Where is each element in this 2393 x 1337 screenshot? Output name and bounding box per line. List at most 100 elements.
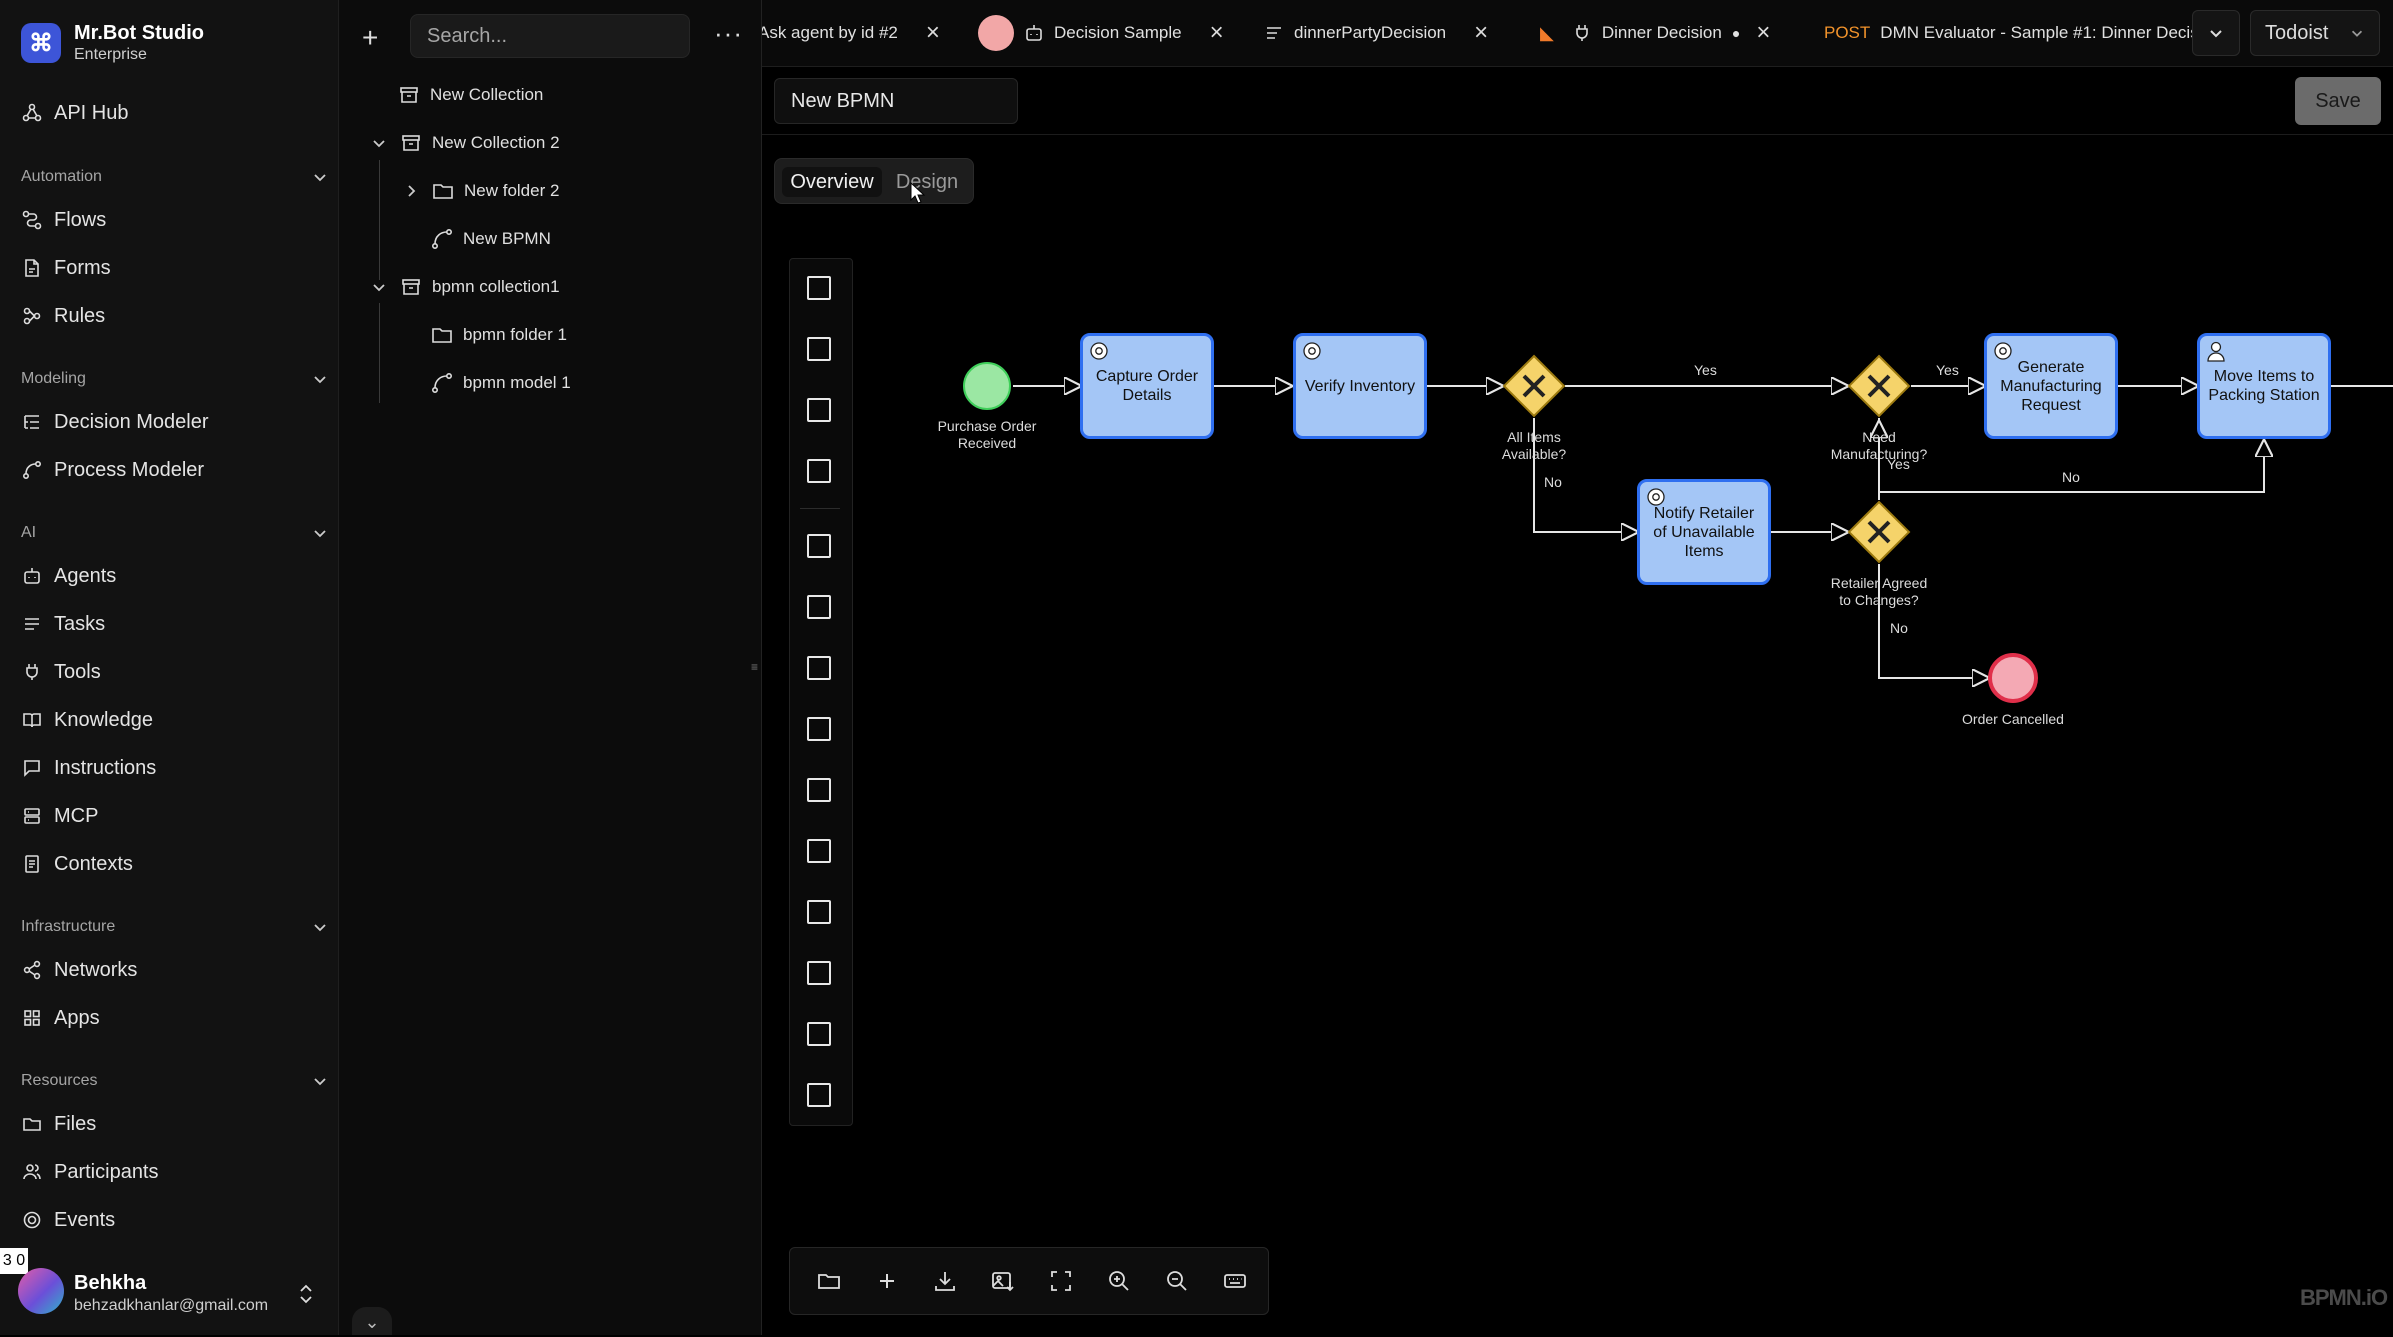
chevrons-up-down-icon[interactable] xyxy=(296,1282,316,1306)
tab-overview[interactable]: Overview xyxy=(782,167,882,197)
resize-handle[interactable]: ≡ xyxy=(751,660,761,678)
lasso-tool-icon[interactable] xyxy=(807,337,831,361)
gateway-retailer-agreed[interactable] xyxy=(1847,500,1911,564)
task-capture-order[interactable]: Capture Order Details xyxy=(1080,333,1214,439)
nav-forms[interactable]: Forms xyxy=(12,246,330,290)
nav-knowledge[interactable]: Knowledge xyxy=(12,698,330,742)
chevron-down-icon xyxy=(314,530,326,538)
tab-ask-agent[interactable]: Ask agent by id #2 × xyxy=(762,0,940,66)
nav-api-hub[interactable]: API Hub xyxy=(12,91,330,135)
gateway-all-items[interactable] xyxy=(1502,354,1566,418)
nav-label: Process Modeler xyxy=(54,458,205,481)
zoom-in-icon[interactable] xyxy=(1106,1268,1132,1294)
nav-contexts[interactable]: Contexts xyxy=(12,842,330,886)
intermediate-event-icon[interactable] xyxy=(807,595,831,619)
nav-tools[interactable]: Tools xyxy=(12,650,330,694)
fullscreen-icon[interactable] xyxy=(1048,1268,1074,1294)
section-automation[interactable]: Automation xyxy=(21,164,329,190)
data-object-icon[interactable] xyxy=(807,900,831,924)
nav-tasks[interactable]: Tasks xyxy=(12,602,330,646)
close-icon[interactable]: × xyxy=(1474,19,1488,47)
nav-instructions[interactable]: Instructions xyxy=(12,746,330,790)
bpmn-name-input[interactable] xyxy=(774,78,1018,124)
add-icon[interactable]: + xyxy=(362,22,378,54)
spline-icon xyxy=(431,228,453,250)
nav-participants[interactable]: Participants xyxy=(12,1150,330,1194)
section-resources[interactable]: Resources xyxy=(21,1068,329,1094)
tab-decision-sample[interactable]: Decision Sample × xyxy=(978,0,1224,66)
message-square-icon xyxy=(24,760,40,777)
gear-icon xyxy=(1994,342,2012,360)
nav-mcp[interactable]: MCP xyxy=(12,794,330,838)
more-options-icon[interactable]: ··· xyxy=(714,18,743,49)
save-button[interactable]: Save xyxy=(2295,77,2381,125)
close-icon[interactable]: × xyxy=(1756,19,1770,47)
tree-item-folder[interactable]: New folder 2 xyxy=(400,171,559,211)
nav-flows[interactable]: Flows xyxy=(12,198,330,242)
nav-apps[interactable]: Apps xyxy=(12,996,330,1040)
end-event-label: Order Cancelled xyxy=(1962,711,2064,727)
tree-item-folder[interactable]: bpmn folder 1 xyxy=(431,315,567,355)
task-generate-manufacturing[interactable]: Generate Manufacturing Request xyxy=(1984,333,2118,439)
close-icon[interactable]: × xyxy=(1210,19,1224,47)
section-modeling[interactable]: Modeling xyxy=(21,366,329,392)
book-icon xyxy=(23,713,41,728)
section-ai[interactable]: AI xyxy=(21,520,329,546)
task-verify-inventory[interactable]: Verify Inventory xyxy=(1293,333,1427,439)
connect-tool-icon[interactable] xyxy=(807,459,831,483)
nav-files[interactable]: Files xyxy=(12,1102,330,1146)
gateway-need-manufacturing[interactable] xyxy=(1847,354,1911,418)
nav-events[interactable]: Events xyxy=(12,1198,330,1242)
gateway-icon[interactable] xyxy=(807,717,831,741)
close-icon[interactable]: × xyxy=(926,19,940,47)
download-icon[interactable] xyxy=(932,1268,958,1294)
brand-name: Mr.Bot Studio xyxy=(74,22,204,44)
task-icon[interactable] xyxy=(807,778,831,802)
folder-open-icon[interactable] xyxy=(816,1268,842,1294)
section-infrastructure[interactable]: Infrastructure xyxy=(21,914,329,940)
tree-item-collection[interactable]: New Collection xyxy=(398,75,543,115)
nav-networks[interactable]: Networks xyxy=(12,948,330,992)
zoom-out-icon[interactable] xyxy=(1164,1268,1190,1294)
bot-icon xyxy=(24,568,40,584)
tree-label: New BPMN xyxy=(463,229,551,248)
start-event-icon[interactable] xyxy=(807,534,831,558)
tree-item-bpmn[interactable]: New BPMN xyxy=(431,219,551,259)
tree-item-collection[interactable]: New Collection 2 xyxy=(368,123,560,163)
bpmn-io-watermark[interactable]: BPMN.iO xyxy=(2300,1285,2388,1311)
tab-dinner-party-decision[interactable]: dinnerPartyDecision × xyxy=(1264,0,1488,66)
nav-process-modeler[interactable]: Process Modeler xyxy=(12,448,330,492)
tree-item-bpmn[interactable]: bpmn model 1 xyxy=(431,363,571,403)
task-move-items[interactable]: Move Items to Packing Station xyxy=(2197,333,2331,439)
plus-icon[interactable] xyxy=(874,1268,900,1294)
subprocess-icon[interactable] xyxy=(807,839,831,863)
start-event[interactable] xyxy=(963,362,1011,410)
group-icon[interactable] xyxy=(807,1083,831,1107)
tab-dmn-evaluator[interactable]: POST DMN Evaluator - Sample #1: Dinner D… xyxy=(1824,0,2199,66)
space-tool-icon[interactable] xyxy=(807,398,831,422)
tab-label: Ask agent by id #2 xyxy=(762,23,898,42)
chevron-down-icon[interactable]: ⌄ xyxy=(352,1307,392,1335)
workspace-select[interactable]: Todoist xyxy=(2250,10,2380,56)
search-input[interactable] xyxy=(410,14,690,58)
hand-tool-icon[interactable] xyxy=(807,276,831,300)
tab-design[interactable]: Design xyxy=(887,167,967,197)
tab-dinner-decision[interactable]: ◣ Dinner Decision ● × xyxy=(1540,0,1770,66)
end-event-icon[interactable] xyxy=(807,656,831,680)
nav-rules[interactable]: Rules xyxy=(12,294,330,338)
keyboard-icon[interactable] xyxy=(1222,1268,1248,1294)
image-download-icon[interactable] xyxy=(990,1268,1016,1294)
nav-agents[interactable]: Agents xyxy=(12,554,330,598)
end-event[interactable] xyxy=(1988,653,2038,703)
nav-decision-modeler[interactable]: Decision Modeler xyxy=(12,400,330,444)
command-icon[interactable]: ⌘ xyxy=(21,23,61,63)
view-toggle: Overview Design xyxy=(774,158,974,204)
avatar[interactable] xyxy=(18,1268,64,1314)
http-method: POST xyxy=(1824,23,1871,42)
tabs-overflow-button[interactable] xyxy=(2192,10,2240,56)
tree-item-collection[interactable]: bpmn collection1 xyxy=(368,267,560,307)
pool-icon[interactable] xyxy=(807,1022,831,1046)
data-store-icon[interactable] xyxy=(807,961,831,985)
task-notify-retailer[interactable]: Notify Retailer of Unavailable Items xyxy=(1637,479,1771,585)
user-name: Behkha xyxy=(74,1272,147,1294)
